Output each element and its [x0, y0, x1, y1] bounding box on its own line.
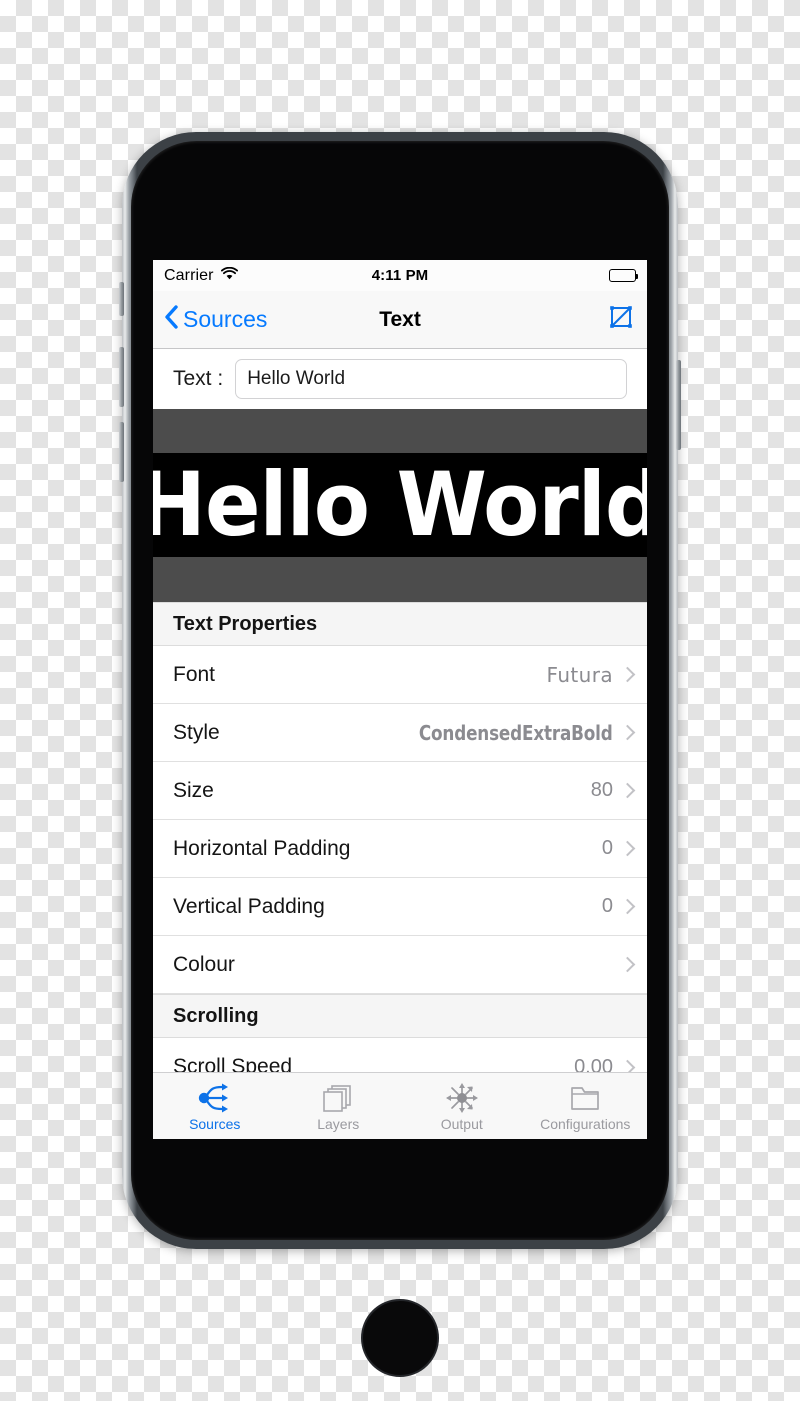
table-row-colour[interactable]: Colour [153, 936, 647, 994]
status-bar-left: Carrier [164, 266, 372, 285]
back-button[interactable]: Sources [164, 304, 268, 335]
row-label: Style [173, 720, 220, 744]
preview-band-top [153, 409, 647, 453]
crop-transform-button[interactable] [606, 302, 636, 337]
row-value: Futura [546, 662, 613, 687]
tab-label: Layers [317, 1116, 360, 1132]
volume-up-button[interactable] [119, 347, 124, 407]
carrier-label: Carrier [164, 266, 214, 284]
chevron-right-icon [619, 840, 636, 857]
section-header-scrolling: Scrolling [153, 994, 647, 1038]
layers-stack-icon [321, 1081, 355, 1115]
table-row-style[interactable]: Style CondensedExtraBold [153, 704, 647, 762]
tab-layers[interactable]: Layers [277, 1073, 401, 1139]
chevron-right-icon [619, 898, 636, 915]
tab-output[interactable]: Output [400, 1073, 524, 1139]
preview-rendered-text: Hello World [153, 453, 647, 556]
volume-down-button[interactable] [119, 422, 124, 482]
wifi-icon [220, 266, 238, 285]
transparent-backdrop: Carrier 4:11 PM Sources Text Text: Hell… [0, 0, 800, 1401]
tab-label: Configurations [540, 1116, 631, 1132]
row-label: Font [173, 662, 216, 686]
table-row-horizontal-padding[interactable]: Horizontal Padding 0 [153, 820, 647, 878]
row-label: Size [173, 778, 214, 802]
row-value: 80 [590, 779, 613, 801]
table-row-size[interactable]: Size 80 [153, 762, 647, 820]
text-entry-row: Text : Hello World [153, 349, 647, 409]
output-radiate-icon [445, 1081, 479, 1115]
chevron-right-icon [619, 782, 636, 799]
tab-label: Sources [189, 1116, 241, 1132]
chevron-right-icon [619, 666, 636, 683]
folder-icon [568, 1081, 602, 1115]
row-label: Vertical Padding [173, 894, 325, 918]
row-value: 0 [601, 895, 613, 917]
preview-text-strip: Hello World [153, 453, 647, 557]
tab-label: Output [440, 1116, 483, 1132]
properties-table: Text Properties Font Futura Style Conden… [153, 602, 647, 1096]
power-button[interactable] [676, 360, 681, 450]
text-field-label: Text : [173, 367, 224, 390]
table-row-vertical-padding[interactable]: Vertical Padding 0 [153, 878, 647, 936]
chevron-right-icon [619, 956, 636, 973]
phone-screen: Carrier 4:11 PM Sources Text Text: Hell… [153, 260, 647, 1139]
status-bar: Carrier 4:11 PM [153, 260, 647, 291]
preview-band-bottom [153, 557, 647, 602]
crop-transform-icon [606, 302, 636, 337]
sources-fanout-icon [195, 1081, 235, 1115]
tab-configurations[interactable]: Configurations [524, 1073, 648, 1139]
battery-full-icon [609, 269, 638, 282]
navigation-bar: Sources Text [153, 291, 647, 349]
table-row-font[interactable]: Font Futura [153, 646, 647, 704]
section-header-text-properties: Text Properties [153, 602, 647, 646]
silent-switch[interactable] [119, 282, 124, 316]
row-label: Horizontal Padding [173, 836, 351, 860]
text-input[interactable]: Hello World [235, 359, 627, 399]
status-bar-time: 4:11 PM [371, 267, 429, 284]
tab-sources[interactable]: Sources [153, 1073, 277, 1139]
back-button-label: Sources [183, 306, 268, 332]
chevron-left-icon [164, 304, 178, 335]
row-value: CondensedExtraBold [419, 720, 613, 745]
chevron-right-icon [619, 724, 636, 741]
text-preview: Hello World [153, 409, 647, 602]
home-button[interactable] [361, 1299, 439, 1377]
status-bar-right [428, 269, 638, 282]
tab-bar: Sources Layers Output Configurations [153, 1072, 647, 1139]
row-value: 0 [601, 837, 613, 859]
row-label: Colour [173, 952, 235, 976]
